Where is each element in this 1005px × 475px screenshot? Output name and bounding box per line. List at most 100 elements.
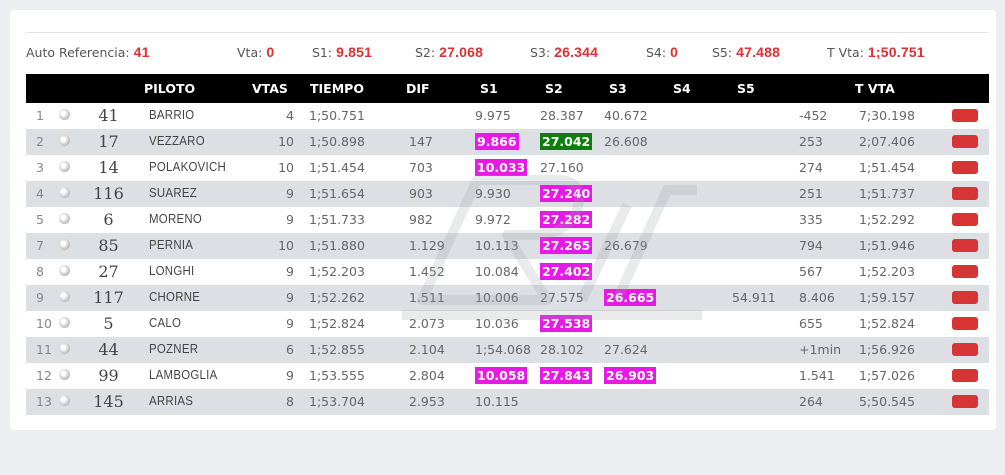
driver-detail-button[interactable] [952,395,978,408]
cell-gap: 1.541 [799,368,835,383]
driver-detail-button[interactable] [952,317,978,330]
cell-s2: 27.240 [540,185,593,202]
cell-pos: 3 [36,160,44,175]
cell-pos: 2 [36,134,44,149]
cell-s2: 27.042 [540,133,593,150]
cell-s2: 27.160 [540,160,584,175]
cell-s1: 10.033 [475,159,528,176]
cell-pos: 4 [36,186,44,201]
cell-time: 1;52.262 [309,290,365,305]
cell-tvta: 2;07.406 [859,134,915,149]
driver-detail-button[interactable] [952,161,978,174]
cell-time: 1;52.855 [309,342,365,357]
cell-pos: 1 [36,108,44,123]
cell-s2: 27.538 [540,315,593,332]
cell-num: 6 [103,210,114,229]
cell-time: 1;50.751 [309,108,365,123]
cell-dif: 2.104 [409,342,445,357]
driver-detail-button[interactable] [952,291,978,304]
ref-s2-label: S2: [415,45,436,60]
cell-time: 1;51.880 [309,238,365,253]
cell-dif: 2.073 [409,316,445,331]
cell-gap: +1min [799,342,841,357]
ref-s1: S1: 9.851 [312,44,372,60]
ref-s2-value: 27.068 [439,44,484,60]
ref-auto-value: 41 [133,44,150,60]
table-row: 9 117 CHORNE 9 1;52.262 1.511 10.006 27.575 26.6… [26,285,989,311]
cell-name: CHORNE [149,289,201,304]
ref-s4: S4: 0 [646,44,678,60]
cell-s3: 26.608 [604,134,648,149]
col-tiempo: TIEMPO [310,81,364,96]
best-sector-badge: 27.402 [540,263,593,280]
cell-laps: 10 [278,238,294,253]
table-body: 1 41 BARRIO 4 1;50.751 9.975 28.387 40.672 -452 7… [26,103,989,415]
col-tvta: T VTA [855,81,895,96]
ref-s5-value: 47.488 [736,44,781,60]
table-row: 10 5 CALO 9 1;52.824 2.073 10.036 27.538 655 1;52… [26,311,989,337]
ref-s1-value: 9.851 [336,44,373,60]
col-piloto: PILOTO [144,81,196,96]
cell-name: CALO [149,315,182,330]
cell-s1: 10.113 [475,238,519,253]
cell-s2: 27.265 [540,237,593,254]
cell-time: 1;53.555 [309,368,365,383]
best-sector-badge: 27.538 [540,315,593,332]
driver-detail-button[interactable] [952,343,978,356]
cell-name: POZNER [149,341,199,356]
best-sector-badge: 26.665 [604,289,657,306]
driver-detail-button[interactable] [952,265,978,278]
col-s3: S3 [609,81,627,96]
ref-s4-value: 0 [670,44,679,60]
ref-s3-value: 26.344 [554,44,599,60]
col-s4: S4 [673,81,691,96]
cell-laps: 10 [278,134,294,149]
driver-detail-button[interactable] [952,239,978,252]
ref-tvta: T Vta: 1;50.751 [827,44,925,60]
cell-name: LONGHI [149,263,195,278]
cell-laps: 6 [286,342,294,357]
cell-pos: 13 [36,394,52,409]
driver-detail-button[interactable] [952,213,978,226]
table-row: 13 145 ARRIAS 8 1;53.704 2.953 10.115 264 5;50.5… [26,389,989,415]
cell-s1: 1;54.068 [475,342,531,357]
cell-laps: 10 [278,160,294,175]
driver-detail-button[interactable] [952,109,978,122]
cell-pos: 8 [36,264,44,279]
ref-vta: Vta: 0 [237,44,274,60]
cell-s2: 27.843 [540,367,593,384]
ref-s5: S5: 47.488 [712,44,780,60]
cell-gap: 264 [799,394,823,409]
cell-s2: 27.282 [540,211,593,228]
cell-num: 117 [93,288,124,307]
ref-s3: S3: 26.344 [530,44,598,60]
cell-num: 145 [93,392,124,411]
cell-gap: 251 [799,186,823,201]
cell-s3: 40.672 [604,108,648,123]
driver-detail-button[interactable] [952,187,978,200]
cell-gap: 655 [799,316,823,331]
cell-name: ARRIAS [149,393,194,408]
best-sector-badge: 26.903 [604,367,657,384]
cell-gap: 335 [799,212,823,227]
cell-gap: 567 [799,264,823,279]
cell-tvta: 1;52.203 [859,264,915,279]
cell-pos: 7 [36,238,44,253]
cell-dif: 703 [409,160,433,175]
table-row: 1 41 BARRIO 4 1;50.751 9.975 28.387 40.672 -452 7… [26,103,989,129]
cell-gap: 794 [799,238,823,253]
cell-num: 116 [93,184,124,203]
cell-tvta: 1;52.292 [859,212,915,227]
driver-detail-button[interactable] [952,135,978,148]
cell-num: 44 [98,340,119,359]
cell-s5: 54.911 [732,290,776,305]
timing-card: Auto Referencia: 41 Vta: 0 S1: 9.851 S2:… [10,10,996,430]
table-header: PILOTO VTAS TIEMPO DIF S1 S2 S3 S4 S5 T … [26,74,989,103]
best-sector-badge: 27.843 [540,367,593,384]
cell-time: 1;52.824 [309,316,365,331]
ref-s1-label: S1: [312,45,333,60]
ref-s3-label: S3: [530,45,551,60]
driver-detail-button[interactable] [952,369,978,382]
cell-s1: 9.972 [475,212,511,227]
cell-tvta: 7;30.198 [859,108,915,123]
